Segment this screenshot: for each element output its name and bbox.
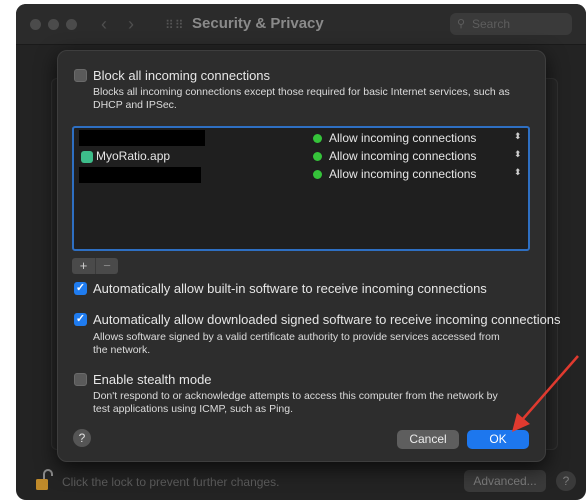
updown-chevron-icon[interactable]: ⬍ bbox=[514, 149, 522, 160]
connection-status-select[interactable]: Allow incoming connections bbox=[329, 149, 476, 163]
remove-app-button[interactable]: − bbox=[95, 258, 118, 274]
block-all-label: Block all incoming connections bbox=[93, 68, 271, 83]
auto-signed-description: Allows software signed by a valid certif… bbox=[93, 331, 500, 356]
title-bar: ‹ › ⠿⠿ Security & Privacy ⚲ Search bbox=[16, 4, 586, 45]
block-all-description: Blocks all incoming connections except t… bbox=[93, 86, 510, 111]
auto-signed-checkbox[interactable]: ✓ bbox=[74, 313, 87, 326]
help-button[interactable]: ? bbox=[73, 429, 91, 447]
stealth-description: Don't respond to or acknowledge attempts… bbox=[93, 390, 498, 415]
zoom-window-button[interactable] bbox=[66, 19, 77, 30]
status-dot-icon bbox=[313, 134, 322, 143]
add-app-button[interactable]: + bbox=[72, 258, 95, 274]
show-all-grid-icon[interactable]: ⠿⠿ bbox=[165, 18, 185, 32]
lock-hint-text: Click the lock to prevent further change… bbox=[62, 475, 280, 489]
updown-chevron-icon[interactable]: ⬍ bbox=[514, 131, 522, 142]
search-placeholder: Search bbox=[472, 17, 511, 31]
redacted-app-name bbox=[79, 130, 205, 146]
advanced-button[interactable]: Advanced... bbox=[464, 470, 546, 492]
app-name: MyoRatio.app bbox=[96, 149, 171, 163]
block-all-checkbox[interactable] bbox=[74, 69, 87, 82]
search-input[interactable]: ⚲ Search bbox=[450, 13, 572, 35]
app-icon bbox=[81, 151, 93, 163]
status-dot-icon bbox=[313, 170, 322, 179]
status-dot-icon bbox=[313, 152, 322, 161]
close-window-button[interactable] bbox=[30, 19, 41, 30]
stealth-checkbox[interactable] bbox=[74, 373, 87, 386]
minimize-window-button[interactable] bbox=[48, 19, 59, 30]
app-list[interactable]: Allow incoming connections ⬍ MyoRatio.ap… bbox=[72, 126, 530, 251]
list-item[interactable]: Allow incoming connections ⬍ bbox=[74, 166, 528, 183]
connection-status-select[interactable]: Allow incoming connections bbox=[329, 131, 476, 145]
auto-builtin-checkbox[interactable]: ✓ bbox=[74, 282, 87, 295]
forward-chevron-icon[interactable]: › bbox=[128, 14, 134, 35]
cancel-button[interactable]: Cancel bbox=[397, 430, 459, 449]
stealth-label: Enable stealth mode bbox=[93, 372, 212, 387]
back-chevron-icon[interactable]: ‹ bbox=[101, 14, 107, 35]
connection-status-select[interactable]: Allow incoming connections bbox=[329, 167, 476, 181]
list-item[interactable]: MyoRatio.app Allow incoming connections … bbox=[74, 148, 528, 165]
redacted-app-name bbox=[79, 167, 201, 183]
list-item[interactable]: Allow incoming connections ⬍ bbox=[74, 130, 528, 147]
bottom-bar: Click the lock to prevent further change… bbox=[16, 466, 586, 500]
search-icon: ⚲ bbox=[457, 18, 466, 30]
window-title: Security & Privacy bbox=[192, 15, 324, 32]
add-remove-control: + − bbox=[72, 258, 118, 274]
background-help-button[interactable]: ? bbox=[556, 471, 576, 491]
ok-button[interactable]: OK bbox=[467, 430, 529, 449]
auto-builtin-label: Automatically allow built-in software to… bbox=[93, 281, 487, 296]
firewall-options-sheet: Block all incoming connections Blocks al… bbox=[57, 50, 561, 462]
auto-signed-label: Automatically allow downloaded signed so… bbox=[93, 312, 561, 327]
lock-open-icon[interactable] bbox=[34, 468, 54, 492]
updown-chevron-icon[interactable]: ⬍ bbox=[514, 167, 522, 178]
